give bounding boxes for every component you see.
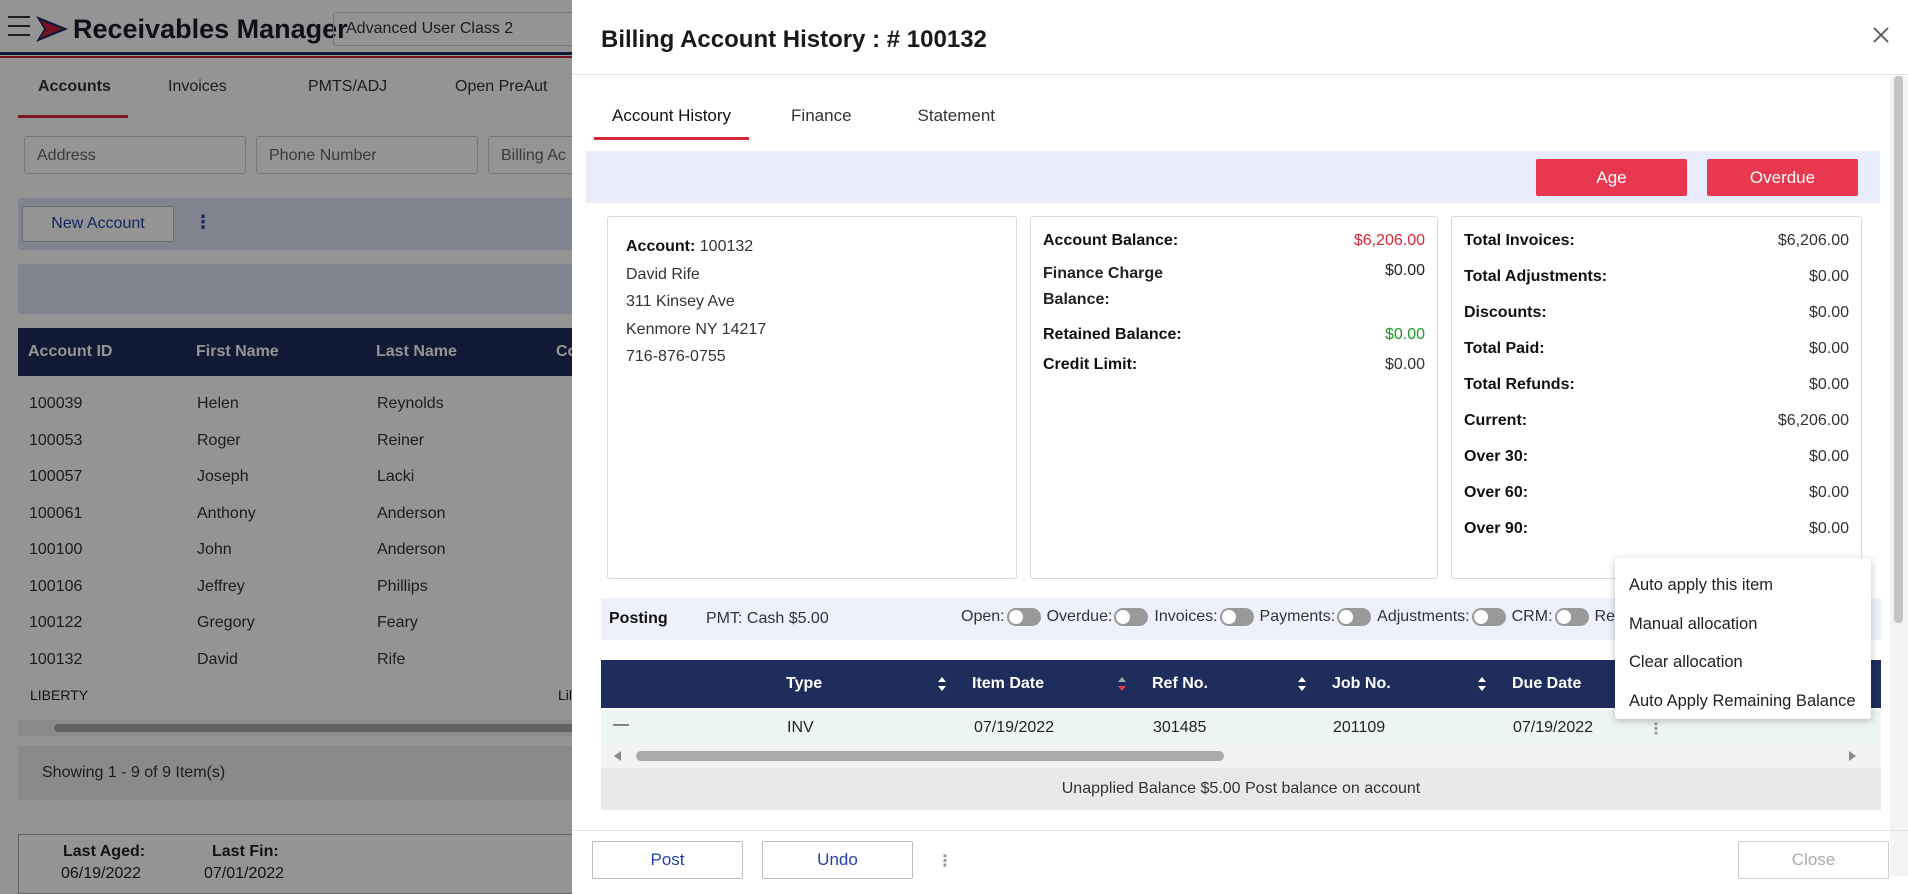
scroll-right-icon[interactable]: [1847, 751, 1857, 761]
scroll-left-icon[interactable]: [613, 751, 623, 761]
payments-toggle-label: Payments:: [1259, 608, 1336, 625]
close-button[interactable]: Close: [1738, 841, 1889, 879]
unapplied-balance-bar: Unapplied Balance $5.00 Post balance on …: [601, 768, 1881, 810]
total-paid-value: $0.00: [1808, 340, 1849, 357]
sort-icon[interactable]: [937, 676, 947, 692]
tab-account-history[interactable]: Account History: [593, 96, 750, 140]
row-context-menu: Auto apply this item Manual allocation C…: [1615, 558, 1871, 719]
sort-icon[interactable]: [1477, 676, 1487, 692]
account-label: Account:: [626, 238, 696, 255]
modal-title: Billing Account History : # 100132: [601, 26, 987, 53]
cell-job-no: 201109: [1333, 719, 1386, 736]
total-refunds-value: $0.00: [1808, 376, 1849, 393]
post-button[interactable]: Post: [592, 841, 743, 879]
city-state-zip: Kenmore NY 14217: [626, 320, 767, 338]
total-invoices-value: $6,206.00: [1777, 232, 1849, 249]
over-90-label: Over 90:: [1464, 520, 1529, 537]
grid-horizontal-scrollbar[interactable]: [601, 744, 1881, 768]
discounts-label: Discounts:: [1464, 304, 1547, 321]
payments-toggle[interactable]: [1337, 608, 1372, 626]
credit-limit-label: Credit Limit:: [1043, 356, 1138, 373]
col-ref-no[interactable]: Ref No.: [1152, 675, 1208, 693]
finance-charge-label: Finance Charge Balance:: [1043, 265, 1164, 308]
cell-item-date: 07/19/2022: [974, 719, 1055, 736]
over-60-label: Over 60:: [1464, 484, 1529, 501]
modal-tabs: Account History Finance Statement: [593, 96, 1061, 140]
sort-icon[interactable]: [1297, 676, 1307, 692]
current-value: $6,206.00: [1777, 412, 1849, 429]
modal-header: Billing Account History : # 100132: [572, 0, 1908, 75]
account-balance-value: $6,206.00: [1353, 232, 1425, 249]
col-due-date[interactable]: Due Date: [1512, 675, 1581, 693]
over-90-value: $0.00: [1808, 520, 1849, 537]
cell-ref-no: 301485: [1153, 719, 1207, 736]
over-30-value: $0.00: [1808, 448, 1849, 465]
col-job-no[interactable]: Job No.: [1332, 675, 1391, 693]
posting-label: Posting: [609, 610, 668, 627]
overdue-button[interactable]: Overdue: [1707, 159, 1858, 196]
expander-icon[interactable]: —: [613, 716, 629, 734]
finance-charge-value: $0.00: [1384, 262, 1425, 279]
tab-statement[interactable]: Statement: [918, 96, 996, 140]
scrollbar-thumb[interactable]: [636, 751, 1224, 761]
retained-balance-label: Retained Balance:: [1043, 326, 1182, 343]
footer-kebab-icon[interactable]: ⋮: [937, 851, 953, 871]
modal-footer: Post Undo ⋮ Close: [572, 830, 1908, 894]
retained-balance-value: $0.00: [1384, 326, 1425, 343]
credit-limit-value: $0.00: [1384, 356, 1425, 373]
total-adjustments-label: Total Adjustments:: [1464, 268, 1608, 285]
modal-action-bar: Age Overdue: [586, 151, 1880, 203]
scrollbar-thumb[interactable]: [1894, 76, 1903, 623]
crm-toggle[interactable]: [1554, 608, 1589, 626]
col-item-date[interactable]: Item Date: [972, 675, 1044, 693]
modal-vertical-scrollbar[interactable]: [1890, 76, 1908, 876]
open-toggle[interactable]: [1006, 608, 1041, 626]
age-button[interactable]: Age: [1536, 159, 1687, 196]
current-label: Current:: [1464, 412, 1528, 429]
sort-desc-icon[interactable]: [1117, 676, 1127, 692]
customer-name: David Rife: [626, 265, 700, 283]
menu-item-manual-allocation[interactable]: Manual allocation: [1615, 605, 1871, 644]
total-refunds-label: Total Refunds:: [1464, 376, 1575, 393]
total-paid-label: Total Paid:: [1464, 340, 1545, 357]
invoices-toggle-label: Invoices:: [1154, 608, 1218, 625]
menu-item-clear-allocation[interactable]: Clear allocation: [1615, 643, 1871, 682]
total-invoices-label: Total Invoices:: [1464, 232, 1575, 249]
cell-due-date: 07/19/2022: [1513, 719, 1594, 736]
menu-item-auto-apply-item[interactable]: Auto apply this item: [1615, 566, 1871, 605]
col-type[interactable]: Type: [786, 675, 822, 693]
adjustments-toggle[interactable]: [1471, 608, 1506, 626]
billing-history-modal: Billing Account History : # 100132 Accou…: [572, 0, 1908, 894]
street-address: 311 Kinsey Ave: [626, 293, 735, 310]
overdue-toggle[interactable]: [1114, 608, 1149, 626]
row-kebab-icon[interactable]: ⋮: [1648, 719, 1664, 739]
invoices-toggle[interactable]: [1219, 608, 1254, 626]
totals-card: Total Invoices: $6,206.00 Total Adjustmen…: [1451, 216, 1862, 579]
over-30-label: Over 30:: [1464, 448, 1529, 465]
over-60-value: $0.00: [1808, 484, 1849, 501]
total-adjustments-value: $0.00: [1808, 268, 1849, 285]
filter-toggles: Open: Overdue: Invoices: Payments: Adjus…: [961, 608, 1643, 626]
cell-type: INV: [787, 719, 814, 736]
undo-button[interactable]: Undo: [762, 841, 913, 879]
account-balance-label: Account Balance:: [1043, 232, 1179, 249]
balance-card: Account Balance: $6,206.00 Finance Charge…: [1030, 216, 1438, 579]
open-toggle-label: Open:: [961, 608, 1005, 625]
close-icon[interactable]: [1870, 24, 1892, 46]
adjustments-toggle-label: Adjustments:: [1377, 608, 1470, 625]
account-number: 100132: [699, 238, 754, 255]
account-info-card: Account: 100132 David Rife 311 Kinsey Av…: [607, 216, 1017, 579]
crm-toggle-label: CRM:: [1511, 608, 1553, 625]
phone-number: 716-876-0755: [626, 348, 726, 365]
menu-item-auto-apply-remaining[interactable]: Auto Apply Remaining Balance: [1615, 682, 1871, 721]
tab-finance[interactable]: Finance: [791, 96, 851, 140]
discounts-value: $0.00: [1808, 304, 1849, 321]
payment-info: PMT: Cash $5.00: [706, 610, 829, 627]
overdue-toggle-label: Overdue:: [1046, 608, 1113, 625]
